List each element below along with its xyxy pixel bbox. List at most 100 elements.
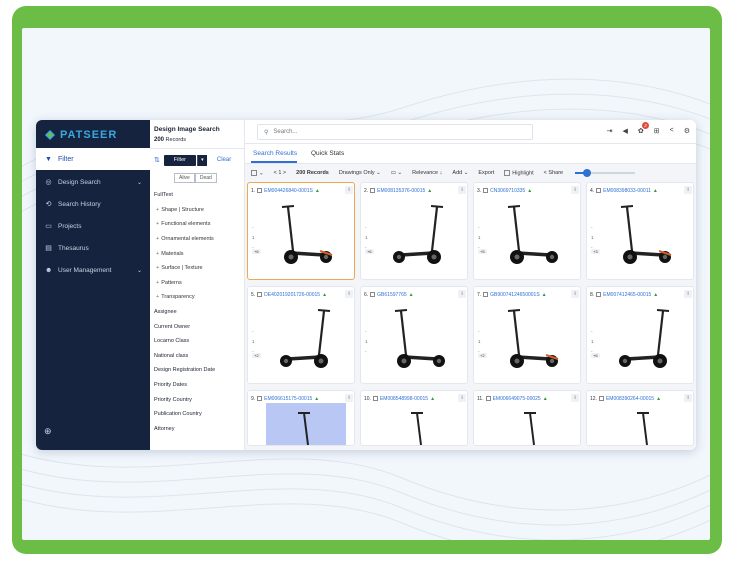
grid-icon[interactable]: ⊞: [654, 127, 660, 135]
result-card[interactable]: 1. EM004426840-0001S ▲ i -1- +6: [247, 182, 355, 280]
patent-number-link[interactable]: EM008135376-00015: [377, 188, 425, 194]
more-images-count[interactable]: +2: [252, 353, 261, 358]
info-icon[interactable]: i: [571, 290, 579, 298]
result-card[interactable]: 2. EM008135376-00015 ▲ i -1- +6: [360, 182, 468, 280]
more-images-count[interactable]: +6: [591, 353, 600, 358]
result-checkbox[interactable]: [370, 188, 376, 193]
patent-number-link[interactable]: EM006615175-00015: [264, 396, 312, 402]
result-card[interactable]: 4. EM008398033-00011 ▲ i -1- +3: [586, 182, 694, 280]
filter-field[interactable]: Priority Dates: [154, 378, 244, 393]
info-icon[interactable]: i: [458, 394, 466, 402]
filter-field[interactable]: Priority Country: [154, 392, 244, 407]
result-checkbox[interactable]: [257, 292, 263, 297]
patent-number-link[interactable]: EM008390264-00015: [606, 396, 654, 402]
more-images-count[interactable]: +5: [478, 249, 487, 254]
sort-icon[interactable]: ⇅: [154, 156, 160, 164]
patent-number-link[interactable]: CN3069710335: [490, 188, 525, 194]
select-all-checkbox[interactable]: ⌄: [251, 169, 264, 176]
filter-field[interactable]: Locarno Class: [154, 334, 244, 349]
result-checkbox[interactable]: [485, 396, 491, 401]
result-checkbox[interactable]: [596, 292, 602, 297]
image-pager[interactable]: - 1 -: [365, 327, 368, 357]
gear-icon[interactable]: ⚙: [684, 127, 690, 135]
logout-icon[interactable]: ⇥: [607, 127, 613, 135]
tab-search-results[interactable]: Search Results: [253, 150, 297, 157]
patent-number-link[interactable]: EM006649075-00025: [493, 396, 541, 402]
more-images-count[interactable]: +3: [591, 249, 600, 254]
filter-field[interactable]: National class: [154, 349, 244, 364]
filter-field[interactable]: Attorney: [154, 422, 244, 437]
result-checkbox[interactable]: [483, 188, 489, 193]
info-icon[interactable]: i: [684, 186, 692, 194]
share-icon[interactable]: <: [670, 127, 674, 135]
megaphone-icon[interactable]: ◀: [622, 127, 627, 135]
info-icon[interactable]: i: [345, 394, 353, 402]
filter-field[interactable]: + Patterns: [154, 276, 244, 291]
filter-dropdown-button[interactable]: ▾: [196, 154, 207, 166]
sidebar-item-filter[interactable]: ▼ Filter: [36, 148, 150, 170]
sidebar-item-projects[interactable]: ▭ Projects: [36, 216, 150, 236]
filter-field[interactable]: Current Owner: [154, 319, 244, 334]
filter-field[interactable]: Publication Country: [154, 407, 244, 422]
filter-button[interactable]: Filter: [163, 154, 196, 166]
sidebar-item-design-search[interactable]: ◎ Design Search ⌄: [36, 172, 150, 192]
filter-field[interactable]: Assignee: [154, 305, 244, 320]
clear-button[interactable]: Clear: [217, 157, 231, 163]
info-icon[interactable]: i: [458, 290, 466, 298]
result-card[interactable]: 3. CN3069710335 ▲ i -1- +5: [473, 182, 581, 280]
info-icon[interactable]: i: [684, 290, 692, 298]
info-icon[interactable]: i: [684, 394, 692, 402]
result-checkbox[interactable]: [257, 188, 263, 193]
info-icon[interactable]: i: [345, 290, 353, 298]
result-card[interactable]: 5. DE402019201726-00015 ▲ i -1- +2: [247, 286, 355, 384]
patent-number-link[interactable]: EM004426840-0001S: [264, 188, 313, 194]
tab-quick-stats[interactable]: Quick Stats: [311, 150, 344, 157]
search-box[interactable]: ⚲ Search...: [257, 124, 533, 140]
patent-number-link[interactable]: EM008548998-00015: [380, 396, 428, 402]
result-card[interactable]: 7. GB90074124650001S ▲ i -1- +2: [473, 286, 581, 384]
highlight-checkbox[interactable]: Highlight: [504, 169, 534, 176]
more-images-count[interactable]: +6: [252, 249, 261, 254]
view-dropdown[interactable]: ▭ ⌄: [391, 170, 402, 176]
result-checkbox[interactable]: [370, 292, 376, 297]
filter-field[interactable]: + Shape | Structure: [154, 203, 244, 218]
drawings-dropdown[interactable]: Drawings Only ⌄: [339, 170, 381, 176]
result-checkbox[interactable]: [483, 292, 489, 297]
result-card[interactable]: 11. EM006649075-00025 ▲ i: [473, 390, 581, 446]
filter-field[interactable]: + Functional elements: [154, 217, 244, 232]
sidebar-item-thesaurus[interactable]: ▤ Thesaurus: [36, 238, 150, 258]
toggle-alive[interactable]: Alive: [174, 173, 195, 183]
result-card[interactable]: 10. EM008548998-00015 ▲ i: [360, 390, 468, 446]
sidebar-item-search-history[interactable]: ⟲ Search History: [36, 194, 150, 214]
add-dropdown[interactable]: Add ⌄: [452, 170, 468, 176]
zoom-slider[interactable]: [575, 169, 636, 177]
result-checkbox[interactable]: [372, 396, 378, 401]
pagination[interactable]: < 1 >: [274, 170, 287, 176]
toggle-dead[interactable]: Dead: [194, 173, 217, 183]
info-icon[interactable]: i: [345, 186, 353, 194]
patent-number-link[interactable]: DE402019201726-00015: [264, 292, 320, 298]
sidebar-item-user-management[interactable]: ☻ User Management ⌄: [36, 260, 150, 280]
export-button[interactable]: Export: [478, 170, 494, 176]
filter-field[interactable]: + Materials: [154, 246, 244, 261]
info-icon[interactable]: i: [571, 186, 579, 194]
more-images-count[interactable]: +2: [478, 353, 487, 358]
result-checkbox[interactable]: [598, 396, 604, 401]
relevance-dropdown[interactable]: Relevance ↓: [412, 170, 442, 176]
filter-field[interactable]: + Transparency: [154, 290, 244, 305]
patent-number-link[interactable]: EM008398033-00011: [603, 188, 651, 194]
share-button[interactable]: < Share: [544, 170, 563, 176]
patent-number-link[interactable]: EM007412465-00015: [603, 292, 651, 298]
result-card[interactable]: 8. EM007412465-00015 ▲ i -1- +6: [586, 286, 694, 384]
filter-field[interactable]: + Surface | Texture: [154, 261, 244, 276]
more-images-count[interactable]: +6: [365, 249, 374, 254]
info-icon[interactable]: i: [571, 394, 579, 402]
result-checkbox[interactable]: [257, 396, 263, 401]
result-card[interactable]: 6. GB61597765 ▲ i - 1 -: [360, 286, 468, 384]
result-card[interactable]: 9. EM006615175-00015 ▲ i: [247, 390, 355, 446]
result-checkbox[interactable]: [596, 188, 602, 193]
filter-field[interactable]: + Ornamental elements: [154, 232, 244, 247]
filter-field[interactable]: Design Registration Date: [154, 363, 244, 378]
result-card[interactable]: 12. EM008390264-00015 ▲ i: [586, 390, 694, 446]
info-icon[interactable]: i: [458, 186, 466, 194]
